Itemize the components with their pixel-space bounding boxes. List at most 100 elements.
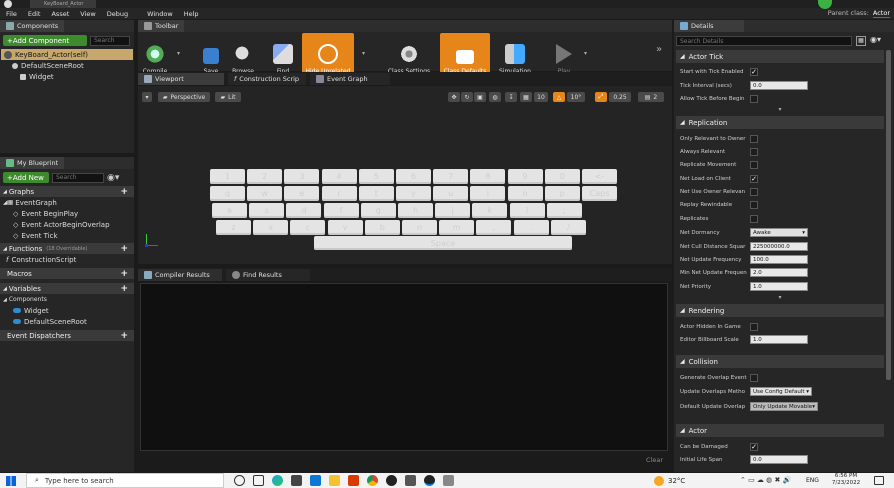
- parent-class-value[interactable]: Actor: [872, 9, 890, 18]
- play-dropdown-icon[interactable]: ▾: [584, 50, 587, 57]
- component-item[interactable]: Widget: [0, 71, 134, 82]
- net-priority-input[interactable]: 1.0: [750, 282, 808, 291]
- replication-expander-icon[interactable]: ▾: [676, 295, 884, 301]
- key-button[interactable]: 3: [284, 169, 320, 184]
- key-button[interactable]: 7: [433, 169, 469, 184]
- compile-dropdown-icon[interactable]: ▾: [177, 50, 180, 57]
- menu-edit[interactable]: Edit: [28, 10, 41, 18]
- functions-section[interactable]: ◢ Functions (18 Overridable) +: [0, 243, 134, 254]
- tab-viewport[interactable]: Viewport: [138, 73, 224, 85]
- key-button[interactable]: u: [433, 186, 469, 201]
- keyboard-widget[interactable]: 1 2 3 4 5 6 7 8 9 0 <- q w e r t y u i o p Caps a s d f g h j k l; z x c v…: [138, 86, 672, 264]
- component-root[interactable]: KeyBoard_Actor(self): [1, 49, 133, 60]
- key-button[interactable]: y: [396, 186, 431, 201]
- construction-script-item[interactable]: f ConstructionScript: [0, 254, 134, 265]
- start-with-tick-checkbox[interactable]: ✓: [750, 67, 758, 76]
- task-view-icon[interactable]: [234, 475, 245, 486]
- document-tab[interactable]: KeyBoard_Actor: [30, 0, 96, 8]
- can-be-damaged-checkbox[interactable]: ✓: [750, 442, 758, 451]
- key-button[interactable]: f: [323, 203, 359, 218]
- add-macro-icon[interactable]: +: [120, 269, 128, 279]
- key-button[interactable]: a: [212, 203, 247, 218]
- add-dispatcher-icon[interactable]: +: [120, 331, 128, 341]
- replay-rewindable-checkbox[interactable]: [750, 200, 758, 209]
- menu-asset[interactable]: Asset: [51, 10, 69, 18]
- windows-start-icon[interactable]: [6, 476, 16, 486]
- file-explorer-icon[interactable]: [329, 475, 340, 486]
- chrome-icon[interactable]: [367, 475, 378, 486]
- tab-compiler-results[interactable]: Compiler Results: [138, 269, 222, 281]
- key-button[interactable]: 4: [321, 169, 357, 184]
- hide-unrelated-dropdown-icon[interactable]: ▾: [362, 50, 365, 57]
- components-category[interactable]: ◢ Components: [0, 294, 134, 305]
- office-icon[interactable]: [348, 475, 359, 486]
- class-settings-button[interactable]: Class Settings: [384, 33, 434, 77]
- unreal-editor-icon[interactable]: [424, 475, 435, 486]
- key-button[interactable]: h: [398, 203, 433, 218]
- menu-file[interactable]: File: [6, 10, 17, 18]
- key-button[interactable]: e: [284, 186, 320, 201]
- blueprint-search-input[interactable]: Search: [52, 172, 104, 183]
- key-button[interactable]: c: [290, 220, 326, 235]
- add-component-button[interactable]: +Add Component: [3, 35, 87, 46]
- clear-button[interactable]: Clear: [646, 456, 663, 464]
- key-button[interactable]: 0: [544, 169, 580, 184]
- variable-item[interactable]: Widget: [0, 305, 134, 316]
- components-search-input[interactable]: Search: [90, 35, 130, 46]
- key-button[interactable]: 6: [396, 169, 431, 184]
- app-icon[interactable]: [405, 475, 416, 486]
- variables-section[interactable]: ◢ Variables +: [0, 283, 134, 294]
- key-button[interactable]: 2: [247, 169, 283, 184]
- add-function-icon[interactable]: +: [120, 244, 128, 254]
- replicates-checkbox[interactable]: [750, 214, 758, 223]
- key-button[interactable]: <-: [582, 169, 617, 184]
- menu-help[interactable]: Help: [184, 10, 199, 18]
- app-icon[interactable]: [443, 475, 454, 486]
- min-net-update-input[interactable]: 2.0: [750, 268, 808, 277]
- key-button[interactable]: 8: [470, 169, 506, 184]
- play-button[interactable]: Play: [547, 33, 581, 77]
- compile-button[interactable]: Compile: [138, 33, 172, 77]
- replication-section[interactable]: ◢ Replication: [676, 116, 884, 129]
- add-graph-icon[interactable]: +: [120, 187, 128, 197]
- tab-event-graph[interactable]: Event Graph: [310, 73, 390, 85]
- hide-unrelated-button[interactable]: Hide Unrelated: [302, 33, 354, 77]
- key-button[interactable]: d: [286, 203, 322, 218]
- net-update-freq-input[interactable]: 100.0: [750, 255, 808, 264]
- billboard-scale-input[interactable]: 1.0: [750, 335, 808, 344]
- tab-components[interactable]: Components: [0, 20, 65, 32]
- edge-icon[interactable]: [272, 475, 283, 486]
- event-item[interactable]: ◇ Event Tick: [0, 230, 134, 241]
- event-item[interactable]: ◇ Event BeginPlay: [0, 208, 134, 219]
- event-dispatchers-section[interactable]: Event Dispatchers +: [0, 330, 134, 341]
- toolbar-overflow-icon[interactable]: »: [656, 44, 662, 55]
- class-defaults-button[interactable]: Class Defaults: [440, 33, 490, 77]
- add-variable-icon[interactable]: +: [120, 284, 128, 294]
- key-button[interactable]: w: [247, 186, 283, 201]
- key-button[interactable]: v: [327, 220, 363, 235]
- tab-find-results[interactable]: Find Results: [226, 269, 310, 281]
- graphs-section[interactable]: ◢ Graphs +: [0, 186, 134, 197]
- details-eye-icon[interactable]: ◉▾: [870, 35, 881, 44]
- update-overlaps-select[interactable]: Use Config Default ▾: [750, 387, 812, 396]
- save-button[interactable]: Save: [194, 33, 228, 77]
- key-button[interactable]: n: [402, 220, 437, 235]
- key-button[interactable]: j: [435, 203, 471, 218]
- key-button[interactable]: 1: [210, 169, 245, 184]
- key-button[interactable]: p: [544, 186, 580, 201]
- only-relevant-checkbox[interactable]: [750, 134, 758, 143]
- simulation-button[interactable]: Simulation: [495, 33, 535, 77]
- key-button[interactable]: x: [253, 220, 289, 235]
- net-dormancy-select[interactable]: Awake ▾: [750, 228, 808, 237]
- details-scrollbar[interactable]: [886, 50, 891, 380]
- notification-icon[interactable]: [874, 476, 884, 485]
- taskbar-search-input[interactable]: ⌕ Type here to search: [26, 473, 224, 488]
- menu-debug[interactable]: Debug: [107, 10, 128, 18]
- menu-view[interactable]: View: [80, 10, 95, 18]
- key-button[interactable]: k: [472, 203, 508, 218]
- key-button[interactable]: b: [364, 220, 400, 235]
- key-button[interactable]: o: [507, 186, 543, 201]
- temperature[interactable]: 32°C: [668, 477, 685, 485]
- key-button[interactable]: t: [358, 186, 394, 201]
- key-button[interactable]: ,: [476, 220, 512, 235]
